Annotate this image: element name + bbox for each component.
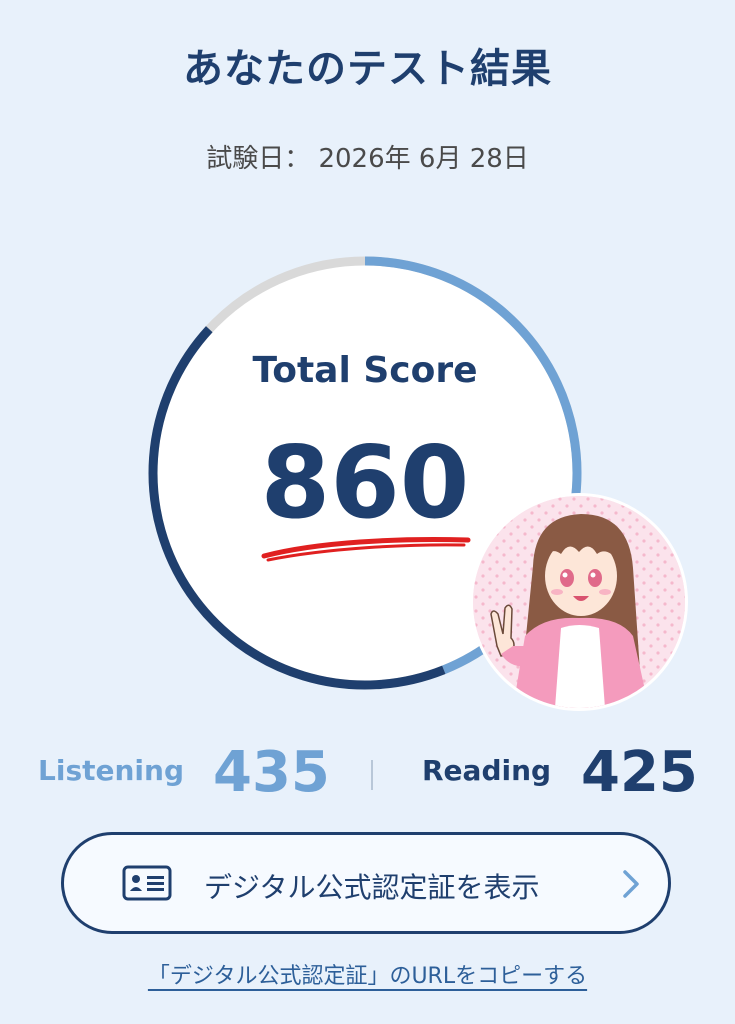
listening-label: Listening [38,754,184,787]
reading-label: Reading [422,754,552,787]
reading-score: 425 [581,740,698,805]
avatar-illustration [470,493,688,711]
section-scores: Listening 435 Reading 425 [38,738,698,808]
test-date-value: 2026年 6月 28日 [318,144,529,174]
show-certificate-label: デジタル公式認定証を表示 [204,871,540,904]
score-divider [371,760,373,790]
test-result-page: あなたのテスト結果 試験日： 2026年 6月 28日 Total Score … [0,0,735,1024]
copy-certificate-url-link[interactable]: 「デジタル公式認定証」のURLをコピーする [0,958,735,990]
listening-score: 435 [213,740,330,805]
copy-certificate-url-text: 「デジタル公式認定証」のURLをコピーする [147,964,588,989]
total-score-label: Total Score [252,350,478,391]
page-title: あなたのテスト結果 [183,46,552,92]
chevron-right-icon [623,870,639,898]
test-date-label: 試験日： [206,144,311,174]
id-card-icon [122,865,172,901]
show-certificate-button[interactable]: デジタル公式認定証を表示 [61,832,671,934]
red-underline-mark [261,537,471,562]
test-date: 試験日： 2026年 6月 28日 [0,138,735,175]
